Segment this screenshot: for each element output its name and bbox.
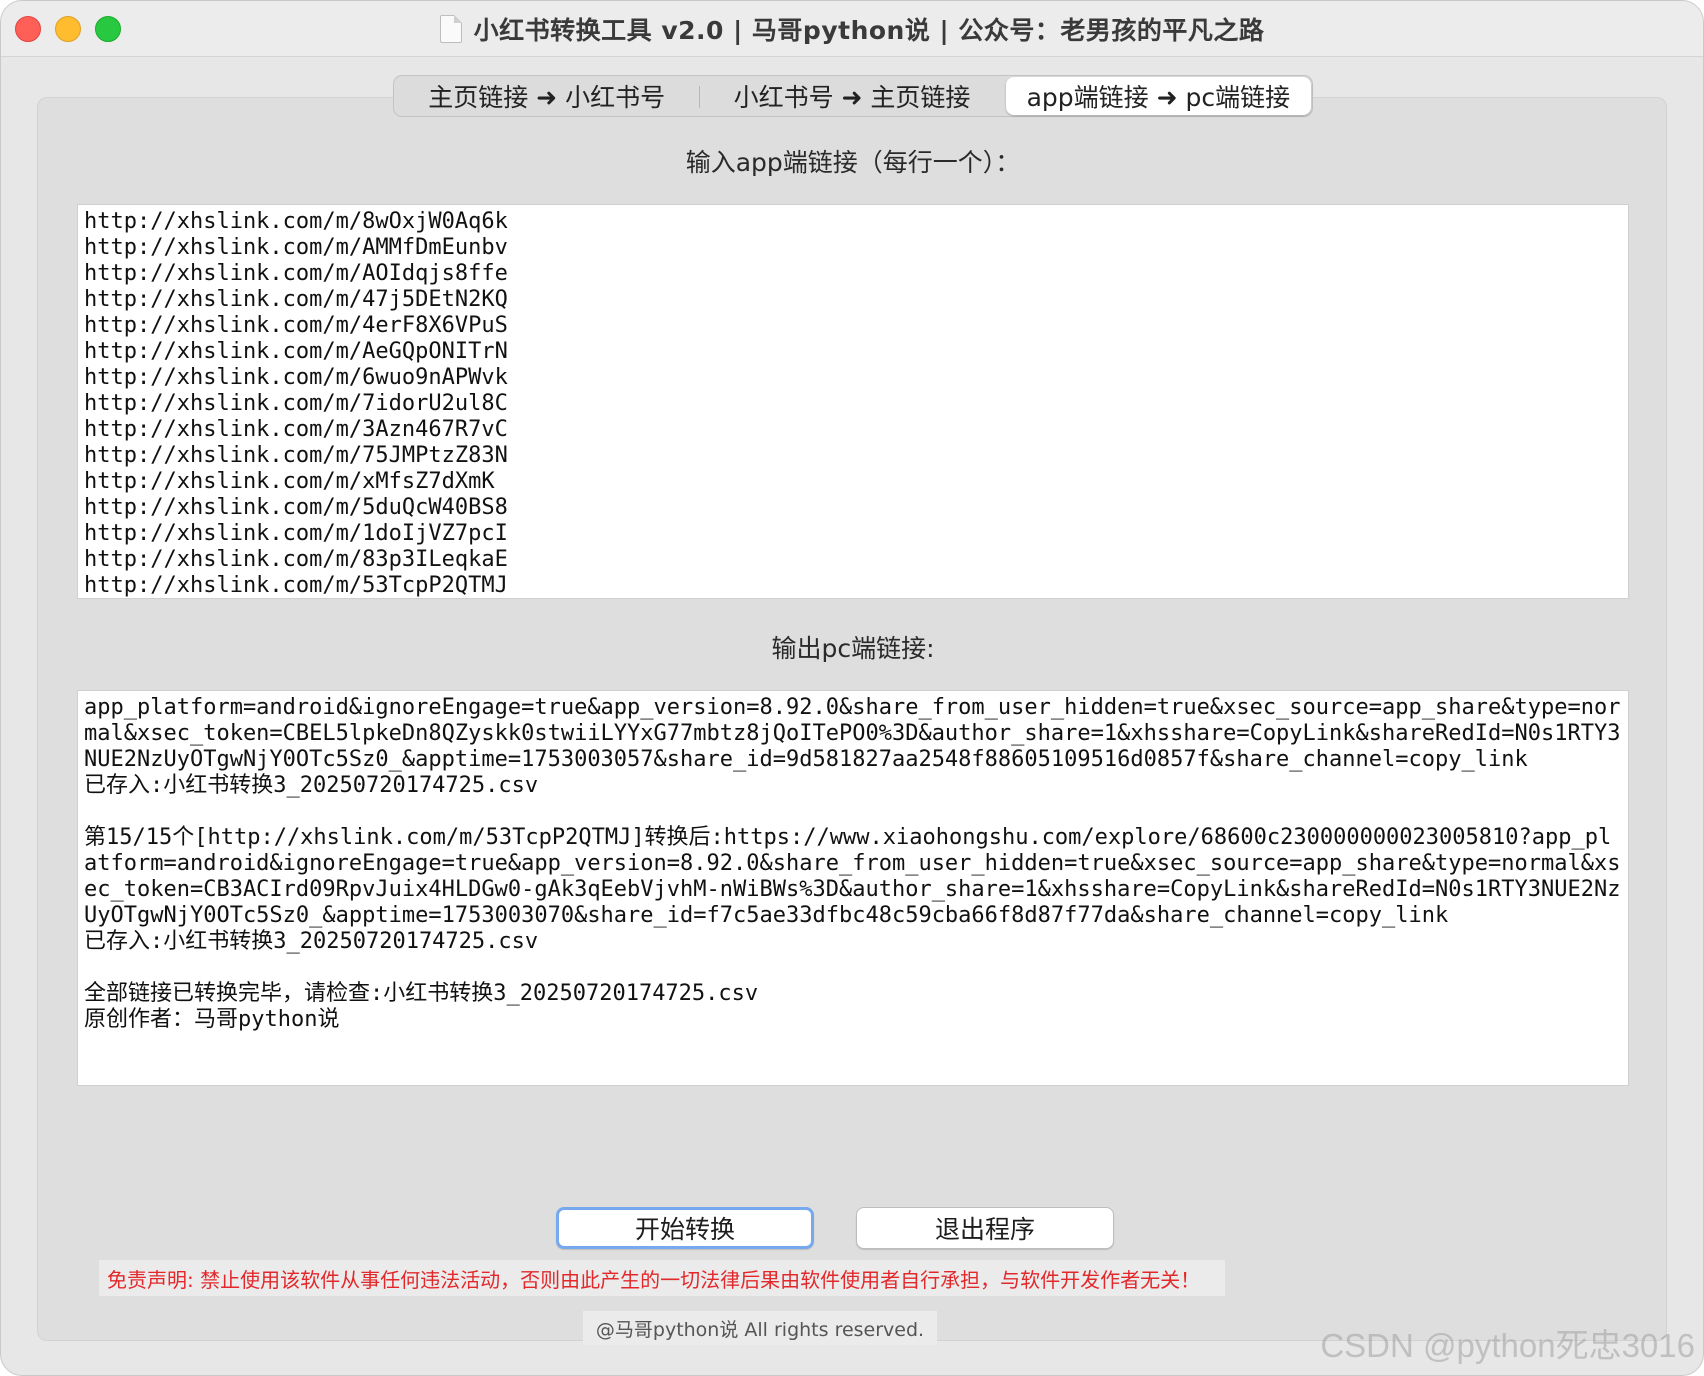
tab-homepage-to-id[interactable]: 主页链接 ➜ 小红书号 <box>394 76 699 116</box>
output-label: 输出pc端链接: <box>771 634 935 663</box>
input-line: http://xhslink.com/m/75JMPtzZ83N <box>84 443 508 468</box>
input-textarea[interactable]: http://xhslink.com/m/8wOxjW0Aq6k http://x… <box>77 204 1629 599</box>
input-line: http://xhslink.com/m/8wOxjW0Aq6k <box>84 209 508 234</box>
input-line: http://xhslink.com/m/4erF8X6VPuS <box>84 313 508 338</box>
exit-program-button[interactable]: 退出程序 <box>856 1207 1114 1249</box>
window-title-area: 小红书转换工具 v2.0 | 马哥python说 | 公众号：老男孩的平凡之路 <box>1 1 1703 57</box>
input-line: http://xhslink.com/m/83p3ILeqkaE <box>84 547 508 572</box>
input-line: http://xhslink.com/m/5duQcW40BS8 <box>84 495 508 520</box>
input-label: 输入app端链接（每行一个）： <box>685 148 1021 177</box>
output-textarea[interactable]: app_platform=android&ignoreEngage=true&a… <box>77 690 1629 1086</box>
output-line: 第15/15个[http://xhslink.com/m/53TcpP2QTMJ… <box>84 825 1621 928</box>
input-line: http://xhslink.com/m/AMMfDmEunbv <box>84 235 508 260</box>
output-line: 已存入:小红书转换3_20250720174725.csv <box>84 929 539 954</box>
tab-id-to-homepage[interactable]: 小红书号 ➜ 主页链接 <box>699 76 1004 116</box>
input-line: http://xhslink.com/m/AeGQpONITrN <box>84 339 508 364</box>
start-convert-button[interactable]: 开始转换 <box>556 1207 814 1249</box>
input-line: http://xhslink.com/m/7idorU2ul8C <box>84 391 508 416</box>
input-line: http://xhslink.com/m/1doIjVZ7pcI <box>84 521 508 546</box>
app-window: 小红书转换工具 v2.0 | 马哥python说 | 公众号：老男孩的平凡之路 … <box>0 0 1704 1376</box>
input-line: http://xhslink.com/m/AOIdqjs8ffe <box>84 261 508 286</box>
document-icon <box>439 15 462 43</box>
output-line: 全部链接已转换完毕，请检查:小红书转换3_20250720174725.csv <box>84 981 759 1006</box>
input-line: http://xhslink.com/m/3Azn467R7vC <box>84 417 508 442</box>
disclaimer-text: 免责声明: 禁止使用该软件从事任何违法活动，否则由此产生的一切法律后果由软件使用… <box>99 1260 1225 1296</box>
tab-app-to-pc[interactable]: app端链接 ➜ pc端链接 <box>1005 77 1311 115</box>
input-line: http://xhslink.com/m/6wuo9nAPWvk <box>84 365 508 390</box>
input-line: http://xhslink.com/m/47j5DEtN2KQ <box>84 287 508 312</box>
output-line: 原创作者：马哥python说 <box>84 1007 340 1032</box>
copyright-footer: @马哥python说 All rights reserved. <box>583 1311 937 1345</box>
title-bar: 小红书转换工具 v2.0 | 马哥python说 | 公众号：老男孩的平凡之路 <box>1 1 1703 57</box>
output-line: app_platform=android&ignoreEngage=true&a… <box>84 695 1621 772</box>
input-line: http://xhslink.com/m/53TcpP2QTMJ <box>84 573 508 598</box>
output-line: 已存入:小红书转换3_20250720174725.csv <box>84 773 539 798</box>
watermark: CSDN @python死忠3016 <box>1320 1327 1695 1364</box>
input-line: http://xhslink.com/m/xMfsZ7dXmK <box>84 469 495 494</box>
tab-bar: 主页链接 ➜ 小红书号 小红书号 ➜ 主页链接 app端链接 ➜ pc端链接 <box>393 75 1313 117</box>
window-title: 小红书转换工具 v2.0 | 马哥python说 | 公众号：老男孩的平凡之路 <box>473 16 1265 45</box>
